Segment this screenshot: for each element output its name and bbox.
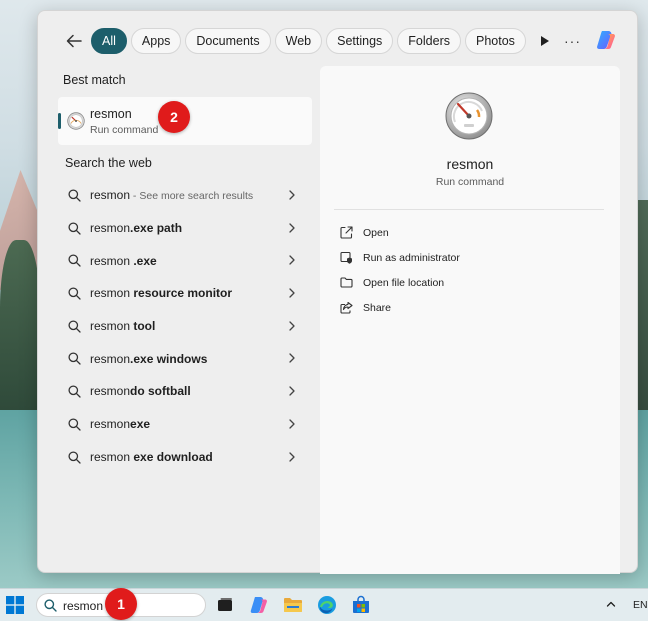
taskbar: resmon ENG (0, 588, 648, 621)
detail-subtitle: Run command (435, 176, 505, 188)
search-icon (68, 450, 81, 464)
chevron-right-icon (289, 353, 295, 364)
chevron-right-icon (289, 386, 295, 396)
chevron-right-icon (289, 321, 295, 331)
detail-divider (334, 209, 604, 210)
search-icon (68, 189, 81, 202)
filter-chip-documents[interactable]: Documents (185, 28, 271, 54)
search-web-heading: Search the web (65, 156, 152, 170)
search-icon (68, 222, 81, 235)
chevron-right-icon (289, 223, 295, 233)
language-indicator[interactable]: ENG (633, 599, 648, 611)
resource-monitor-icon (67, 112, 85, 130)
web-result-item[interactable]: resmon tool (58, 310, 312, 343)
start-search-panel: All Apps Documents Web Settings Folders … (37, 10, 638, 574)
search-icon (68, 254, 81, 268)
folder-icon (340, 277, 353, 288)
search-icon (68, 418, 81, 431)
web-result-item[interactable]: resmon.exe windows (58, 342, 312, 375)
copilot-button[interactable] (594, 28, 618, 52)
search-icon (68, 385, 81, 398)
filter-bar: All Apps Documents Web Settings Folders … (62, 28, 556, 54)
web-result-item[interactable]: resmondo softball (58, 375, 312, 408)
web-result-label: resmondo softball (90, 384, 191, 399)
edge-browser-icon[interactable] (316, 594, 338, 616)
shield-admin-icon (340, 251, 352, 264)
chevron-right-icon (289, 288, 295, 298)
web-result-label: resmon exe download (90, 449, 213, 464)
web-result-item[interactable]: resmon.exe path (58, 212, 312, 245)
web-result-label: resmon.exe windows (90, 351, 208, 366)
search-icon (44, 599, 57, 612)
annotation-badge-2: 2 (158, 101, 190, 133)
filter-chip-web[interactable]: Web (274, 28, 323, 54)
action-label: Open file location (363, 276, 445, 289)
detail-pane: resmon Run command Open Run as administr… (320, 66, 620, 574)
search-icon (68, 352, 81, 366)
web-result-item[interactable]: resmon - See more search results (58, 179, 312, 212)
action-label: Open (363, 226, 389, 239)
web-result-label: resmon tool (90, 319, 156, 334)
best-match-name: resmon (90, 107, 132, 121)
filter-chip-photos[interactable]: Photos (464, 28, 526, 54)
microsoft-store-icon[interactable] (350, 594, 372, 616)
chevron-right-icon (289, 451, 295, 462)
filter-chip-folders[interactable]: Folders (397, 28, 461, 54)
web-result-item[interactable]: resmon resource monitor (58, 277, 312, 310)
chevron-right-icon (289, 190, 295, 200)
resource-monitor-large-icon (445, 92, 493, 140)
file-explorer-icon[interactable] (282, 594, 304, 616)
best-match-heading: Best match (63, 73, 126, 87)
taskbar-search-text: resmon (63, 599, 104, 613)
filter-chip-all[interactable]: All (91, 28, 127, 54)
web-result-item[interactable]: resmonexe (58, 408, 312, 441)
web-result-label: resmonexe (90, 417, 151, 432)
action-label: Run as administrator (363, 251, 460, 264)
web-result-item[interactable]: resmon .exe (58, 244, 312, 277)
play-right-icon (540, 36, 549, 46)
filter-chip-apps[interactable]: Apps (130, 28, 182, 54)
copilot-icon (597, 31, 615, 49)
search-icon (68, 320, 81, 333)
search-icon (68, 287, 81, 300)
chevron-right-icon (289, 419, 295, 429)
chevron-up-icon[interactable] (606, 599, 616, 609)
task-view-icon[interactable] (214, 594, 236, 616)
web-result-item[interactable]: resmon exe download (58, 441, 312, 474)
arrow-left-icon (66, 34, 82, 48)
action-label: Share (363, 301, 392, 314)
detail-title: resmon (446, 156, 494, 172)
filter-chip-settings[interactable]: Settings (326, 28, 394, 54)
web-results-list: resmon - See more search results resmon.e… (58, 179, 312, 473)
best-match-type: Run command (90, 124, 159, 136)
web-result-label: resmon - See more search results (90, 188, 254, 203)
more-options-button[interactable]: ··· (564, 33, 581, 49)
selection-indicator (58, 113, 61, 129)
copilot-taskbar-icon[interactable] (248, 594, 270, 616)
web-result-label: resmon resource monitor (90, 286, 233, 301)
back-button[interactable] (62, 29, 86, 53)
share-icon (340, 301, 353, 314)
annotation-badge-1: 1 (105, 588, 137, 620)
web-result-label: resmon .exe (90, 253, 157, 268)
chevron-right-icon (289, 255, 295, 266)
web-result-label: resmon.exe path (90, 221, 183, 236)
windows-start-icon[interactable] (6, 596, 24, 614)
more-filters-button[interactable] (534, 28, 556, 54)
open-external-icon (340, 226, 353, 239)
